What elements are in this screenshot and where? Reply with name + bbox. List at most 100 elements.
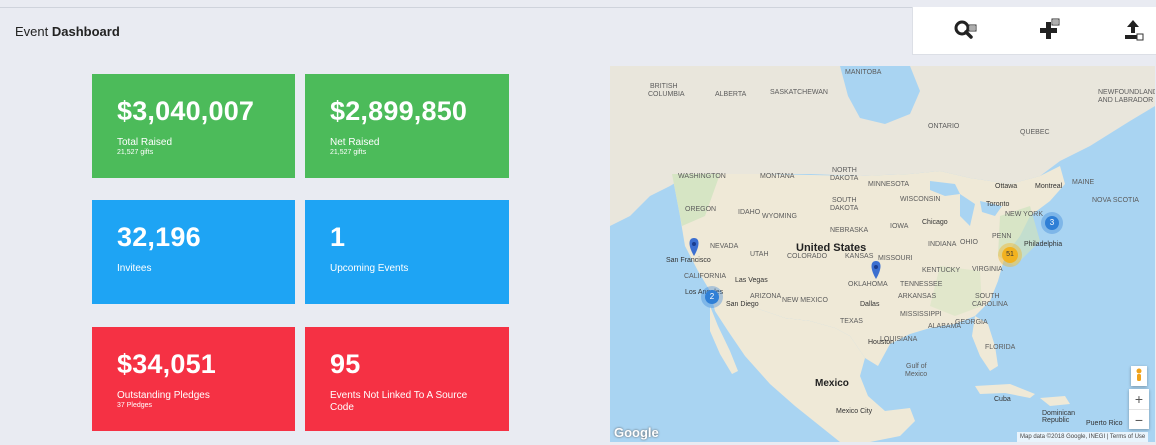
svg-text:MANITOBA: MANITOBA: [845, 69, 882, 76]
google-logo: Google: [614, 425, 659, 440]
card-value: $3,040,007: [117, 96, 255, 126]
card-label-line2: Code: [330, 402, 354, 413]
zoom-in-button[interactable]: +: [1129, 389, 1149, 409]
svg-text:CALIFORNIA: CALIFORNIA: [684, 273, 726, 280]
svg-text:TEXAS: TEXAS: [840, 318, 863, 325]
svg-text:Mexico: Mexico: [905, 371, 927, 378]
svg-text:OREGON: OREGON: [685, 206, 716, 213]
add-event-icon[interactable]: [1035, 16, 1063, 44]
svg-text:San Diego: San Diego: [726, 301, 759, 308]
card-label: Outstanding Pledges: [117, 390, 210, 401]
toolbar: [912, 7, 1156, 55]
svg-text:ARKANSAS: ARKANSAS: [898, 293, 936, 300]
svg-text:Cuba: Cuba: [994, 396, 1011, 403]
svg-text:AND LABRADOR: AND LABRADOR: [1098, 97, 1153, 104]
svg-text:Montreal: Montreal: [1035, 183, 1063, 190]
svg-text:BRITISH: BRITISH: [650, 83, 678, 90]
svg-text:Houston: Houston: [868, 339, 894, 346]
svg-text:Chicago: Chicago: [922, 219, 948, 226]
card-label: Events Not Linked To A Source: [330, 390, 468, 401]
svg-text:Toronto: Toronto: [986, 201, 1009, 208]
total-raised-card[interactable]: $3,040,007 Total Raised 21,527 gifts: [92, 74, 295, 178]
svg-text:ARIZONA: ARIZONA: [750, 293, 781, 300]
svg-text:CAROLINA: CAROLINA: [972, 301, 1008, 308]
svg-text:GEORGIA: GEORGIA: [955, 319, 988, 326]
invitees-card[interactable]: 32,196 Invitees: [92, 200, 295, 304]
card-sub: 21,527 gifts: [117, 149, 154, 156]
page-title-prefix: Event: [15, 24, 49, 39]
upcoming-events-card[interactable]: 1 Upcoming Events: [305, 200, 509, 304]
net-raised-card[interactable]: $2,899,850 Net Raised 21,527 gifts: [305, 74, 509, 178]
street-view-pegman-icon[interactable]: [1131, 366, 1147, 386]
svg-text:NEW YORK: NEW YORK: [1005, 211, 1043, 218]
map-canvas: BRITISH COLUMBIA ALBERTA SASKATCHEWAN MA…: [610, 66, 1155, 442]
svg-text:TENNESSEE: TENNESSEE: [900, 281, 943, 288]
svg-text:MAINE: MAINE: [1072, 179, 1095, 186]
svg-text:Ottawa: Ottawa: [995, 183, 1017, 190]
svg-text:NOVA SCOTIA: NOVA SCOTIA: [1092, 197, 1139, 204]
card-value: 1: [330, 222, 346, 252]
cluster-count: 2: [705, 290, 719, 304]
svg-text:IDAHO: IDAHO: [738, 209, 761, 216]
svg-text:OHIO: OHIO: [960, 239, 978, 246]
search-list-icon[interactable]: [951, 16, 979, 44]
svg-text:Las Vegas: Las Vegas: [735, 277, 768, 284]
svg-text:Puerto Rico: Puerto Rico: [1086, 420, 1123, 427]
zoom-out-button[interactable]: −: [1129, 409, 1149, 430]
svg-text:IOWA: IOWA: [890, 223, 909, 230]
svg-text:MINNESOTA: MINNESOTA: [868, 181, 909, 188]
svg-text:NEVADA: NEVADA: [710, 243, 739, 250]
card-label: Total Raised: [117, 137, 173, 148]
svg-text:VIRGINIA: VIRGINIA: [972, 266, 1003, 273]
upload-icon[interactable]: [1119, 16, 1147, 44]
map-cluster[interactable]: 3: [1041, 212, 1063, 234]
card-value: 95: [330, 349, 361, 379]
svg-text:San Francisco: San Francisco: [666, 257, 711, 264]
svg-text:PENN: PENN: [992, 233, 1011, 240]
svg-text:FLORIDA: FLORIDA: [985, 344, 1016, 351]
svg-text:MISSOURI: MISSOURI: [878, 255, 913, 262]
map-attribution[interactable]: Map data ©2018 Google, INEGI | Terms of …: [1017, 432, 1149, 442]
svg-text:NEWFOUNDLAND: NEWFOUNDLAND: [1098, 89, 1155, 96]
svg-text:Mexico: Mexico: [815, 378, 849, 389]
svg-text:NEW MEXICO: NEW MEXICO: [782, 297, 828, 304]
svg-text:WYOMING: WYOMING: [762, 213, 797, 220]
outstanding-pledges-card[interactable]: $34,051 Outstanding Pledges 37 Pledges: [92, 327, 295, 431]
svg-text:United States: United States: [796, 242, 866, 254]
card-label: Net Raised: [330, 137, 380, 148]
card-sub: 37 Pledges: [117, 402, 153, 409]
unlinked-events-card[interactable]: 95 Events Not Linked To A Source Code: [305, 327, 509, 431]
card-value: $34,051: [117, 349, 216, 379]
svg-text:Dallas: Dallas: [860, 301, 880, 308]
svg-text:OKLAHOMA: OKLAHOMA: [848, 281, 888, 288]
card-label: Invitees: [117, 263, 152, 274]
svg-text:ONTARIO: ONTARIO: [928, 123, 960, 130]
svg-text:SOUTH: SOUTH: [975, 293, 1000, 300]
svg-text:Mexico City: Mexico City: [836, 408, 873, 415]
svg-text:WASHINGTON: WASHINGTON: [678, 173, 726, 180]
svg-text:Philadelphia: Philadelphia: [1024, 241, 1062, 248]
card-value: $2,899,850: [330, 96, 468, 126]
cluster-count: 3: [1045, 216, 1059, 230]
svg-text:DAKOTA: DAKOTA: [830, 205, 859, 212]
svg-text:NORTH: NORTH: [832, 167, 857, 174]
map-cluster[interactable]: 2: [701, 286, 723, 308]
svg-text:COLUMBIA: COLUMBIA: [648, 91, 685, 98]
event-map[interactable]: BRITISH COLUMBIA ALBERTA SASKATCHEWAN MA…: [610, 66, 1155, 442]
svg-text:SOUTH: SOUTH: [832, 197, 857, 204]
card-sub: 21,527 gifts: [330, 149, 367, 156]
zoom-controls: + −: [1129, 389, 1149, 429]
svg-text:KENTUCKY: KENTUCKY: [922, 267, 960, 274]
svg-text:COLORADO: COLORADO: [787, 253, 828, 260]
page-title: Event Dashboard: [15, 24, 120, 39]
svg-text:UTAH: UTAH: [750, 251, 769, 258]
svg-text:INDIANA: INDIANA: [928, 241, 957, 248]
svg-text:MONTANA: MONTANA: [760, 173, 795, 180]
map-cluster[interactable]: 51: [998, 243, 1022, 267]
svg-text:Gulf of: Gulf of: [906, 363, 927, 370]
svg-text:DAKOTA: DAKOTA: [830, 175, 859, 182]
cluster-count: 51: [1002, 247, 1018, 263]
svg-text:Republic: Republic: [1042, 417, 1070, 424]
page-title-bold: Dashboard: [51, 24, 120, 39]
card-label: Upcoming Events: [330, 263, 409, 274]
